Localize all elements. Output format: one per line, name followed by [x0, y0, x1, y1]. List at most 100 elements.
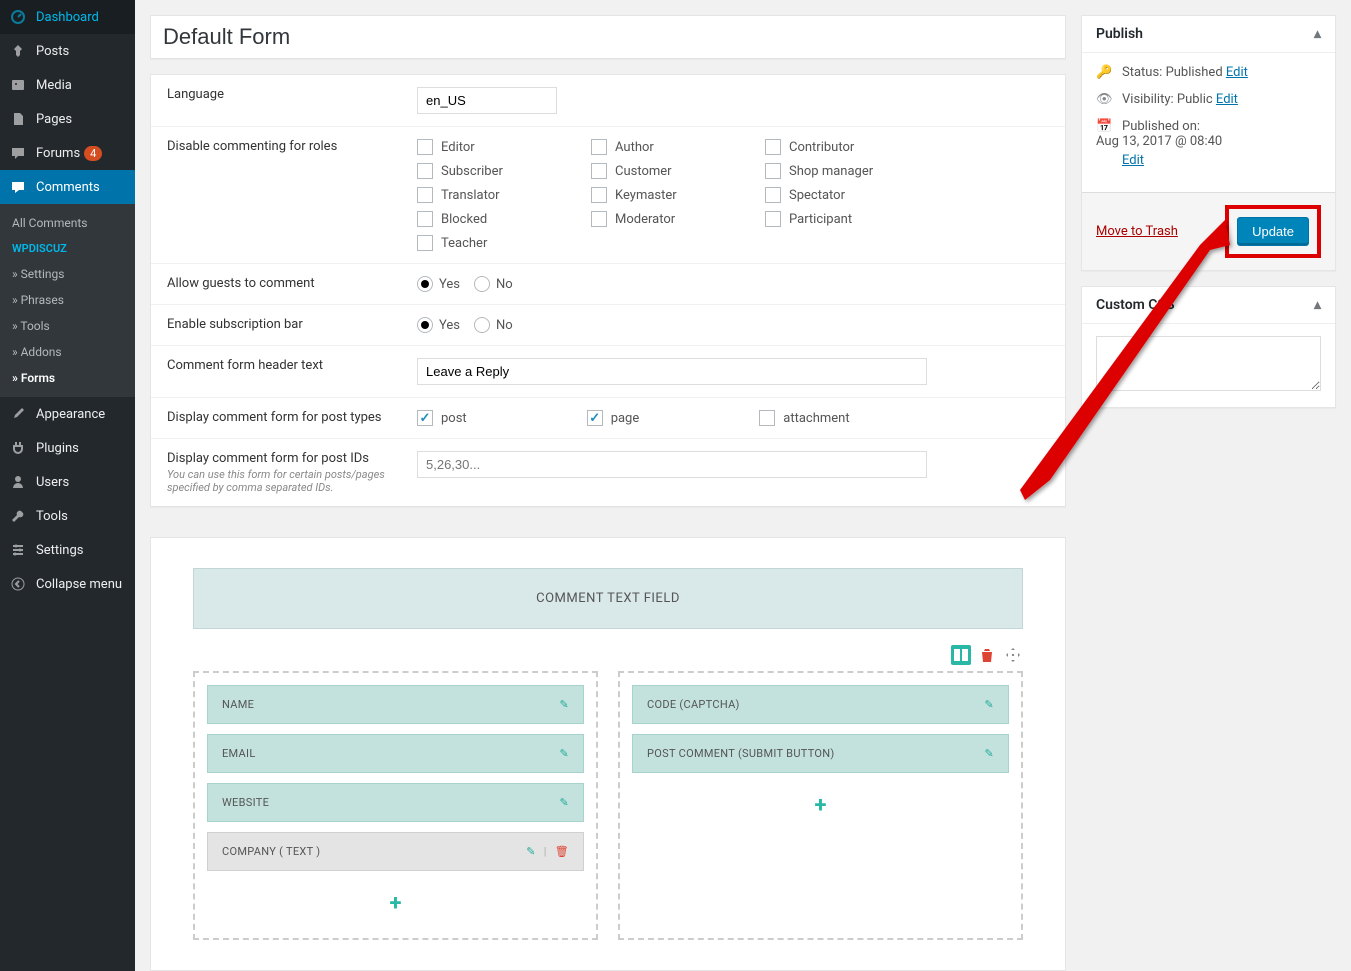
builder-column-right: CODE (CAPTCHA)✎ POST COMMENT (SUBMIT BUTT… [618, 671, 1023, 940]
guests-no-radio[interactable]: No [474, 276, 513, 292]
edit-status-link[interactable]: Edit [1226, 65, 1248, 80]
edit-date-link[interactable]: Edit [1122, 153, 1321, 168]
comment-icon [8, 177, 28, 197]
post-type-post[interactable]: post [417, 410, 467, 426]
sidebar-item-plugins[interactable]: Plugins [0, 431, 135, 465]
sidebar-item-settings[interactable]: Settings [0, 533, 135, 567]
field-item[interactable]: CODE (CAPTCHA)✎ [632, 685, 1009, 724]
sidebar-item-posts[interactable]: Posts [0, 34, 135, 68]
collapse-icon[interactable]: ▴ [1314, 297, 1321, 313]
role-checkbox-author[interactable]: Author [591, 139, 753, 155]
language-label: Language [167, 87, 417, 114]
form-title-input[interactable] [151, 16, 1065, 58]
wrench-icon [8, 506, 28, 526]
custom-css-textarea[interactable] [1096, 336, 1321, 391]
field-item[interactable]: EMAIL✎ [207, 734, 584, 773]
role-checkbox-contributor[interactable]: Contributor [765, 139, 927, 155]
role-checkbox-blocked[interactable]: Blocked [417, 211, 579, 227]
title-panel [150, 15, 1066, 59]
user-icon [8, 472, 28, 492]
field-item[interactable]: POST COMMENT (SUBMIT BUTTON)✎ [632, 734, 1009, 773]
add-field-left[interactable]: + [207, 881, 584, 926]
sidebar-item-forums[interactable]: Forums4 [0, 136, 135, 170]
key-icon: 🔑 [1096, 65, 1114, 80]
collapse-icon[interactable]: ▴ [1314, 26, 1321, 42]
delete-section-icon[interactable] [977, 645, 997, 665]
css-title: Custom CSS [1096, 297, 1175, 313]
builder-column-left: NAME✎ EMAIL✎ WEBSITE✎ COMPANY ( TEXT )✎ | 🗑… [193, 671, 598, 940]
role-checkbox-subscriber[interactable]: Subscriber [417, 163, 579, 179]
pin-icon [8, 41, 28, 61]
edit-visibility-link[interactable]: Edit [1216, 92, 1238, 107]
role-checkbox-customer[interactable]: Customer [591, 163, 753, 179]
edit-field-icon[interactable]: ✎ [559, 796, 569, 809]
sidebar-item-collapse-menu[interactable]: Collapse menu [0, 567, 135, 601]
submenu-header: WPDISCUZ [0, 236, 135, 261]
sub-no-radio[interactable]: No [474, 317, 513, 333]
sidebar-item-dashboard[interactable]: Dashboard [0, 0, 135, 34]
add-field-right[interactable]: + [632, 783, 1009, 828]
edit-field-icon[interactable]: ✎ [559, 747, 569, 760]
submenu-item[interactable]: » Addons [0, 339, 135, 365]
post-ids-hint: You can use this form for certain posts/… [167, 468, 417, 494]
page-icon [8, 109, 28, 129]
submenu-item[interactable]: » Phrases [0, 287, 135, 313]
layout-columns-icon[interactable] [951, 645, 971, 665]
edit-field-icon[interactable]: ✎ [526, 845, 536, 858]
role-checkbox-keymaster[interactable]: Keymaster [591, 187, 753, 203]
field-item[interactable]: COMPANY ( TEXT )✎ | 🗑 [207, 832, 584, 871]
calendar-icon: 📅 [1096, 119, 1114, 134]
field-item[interactable]: WEBSITE✎ [207, 783, 584, 822]
edit-field-icon[interactable]: ✎ [984, 747, 994, 760]
submenu-all-comments[interactable]: All Comments [0, 210, 135, 236]
builder-header-field[interactable]: COMMENT TEXT FIELD [193, 568, 1023, 629]
chat-icon [8, 143, 28, 163]
post-types-label: Display comment form for post types [167, 410, 417, 426]
role-checkbox-spectator[interactable]: Spectator [765, 187, 927, 203]
collapse-icon [8, 574, 28, 594]
publish-title: Publish [1096, 26, 1143, 42]
update-highlight-annotation: Update [1225, 205, 1321, 258]
submenu-item[interactable]: » Forms [0, 365, 135, 391]
post-ids-input[interactable] [417, 451, 927, 478]
submenu-item[interactable]: » Settings [0, 261, 135, 287]
form-settings-panel: Language Disable commenting for roles Ed… [150, 74, 1066, 507]
role-checkbox-translator[interactable]: Translator [417, 187, 579, 203]
edit-field-icon[interactable]: ✎ [984, 698, 994, 711]
language-input[interactable] [417, 87, 557, 114]
role-checkbox-teacher[interactable]: Teacher [417, 235, 579, 251]
allow-guests-label: Allow guests to comment [167, 276, 417, 292]
disable-roles-label: Disable commenting for roles [167, 139, 417, 251]
media-icon [8, 75, 28, 95]
move-to-trash-link[interactable]: Move to Trash [1096, 224, 1178, 239]
post-ids-label: Display comment form for post IDs [167, 451, 417, 466]
sliders-icon [8, 540, 28, 560]
eye-icon: 👁 [1096, 92, 1114, 107]
brush-icon [8, 404, 28, 424]
form-builder: COMMENT TEXT FIELD NAME✎ EMAIL✎ WEBSITE✎ CO… [150, 537, 1066, 971]
field-item[interactable]: NAME✎ [207, 685, 584, 724]
sub-yes-radio[interactable]: Yes [417, 317, 460, 333]
sidebar-item-media[interactable]: Media [0, 68, 135, 102]
sidebar-item-comments[interactable]: Comments [0, 170, 135, 204]
dashboard-icon [8, 7, 28, 27]
guests-yes-radio[interactable]: Yes [417, 276, 460, 292]
edit-field-icon[interactable]: ✎ [559, 698, 569, 711]
role-checkbox-participant[interactable]: Participant [765, 211, 927, 227]
update-button[interactable]: Update [1237, 217, 1309, 246]
role-checkbox-editor[interactable]: Editor [417, 139, 579, 155]
post-type-attachment[interactable]: attachment [759, 410, 849, 426]
role-checkbox-shop-manager[interactable]: Shop manager [765, 163, 927, 179]
role-checkbox-moderator[interactable]: Moderator [591, 211, 753, 227]
post-type-page[interactable]: page [587, 410, 640, 426]
sidebar-item-appearance[interactable]: Appearance [0, 397, 135, 431]
header-text-input[interactable] [417, 358, 927, 385]
move-section-icon[interactable] [1003, 645, 1023, 665]
delete-field-icon[interactable]: 🗑 [555, 845, 569, 858]
sidebar-item-tools[interactable]: Tools [0, 499, 135, 533]
sidebar-item-pages[interactable]: Pages [0, 102, 135, 136]
submenu-item[interactable]: » Tools [0, 313, 135, 339]
badge: 4 [84, 146, 102, 161]
admin-sidebar: DashboardPostsMediaPagesForums4Comments A… [0, 0, 135, 971]
sidebar-item-users[interactable]: Users [0, 465, 135, 499]
